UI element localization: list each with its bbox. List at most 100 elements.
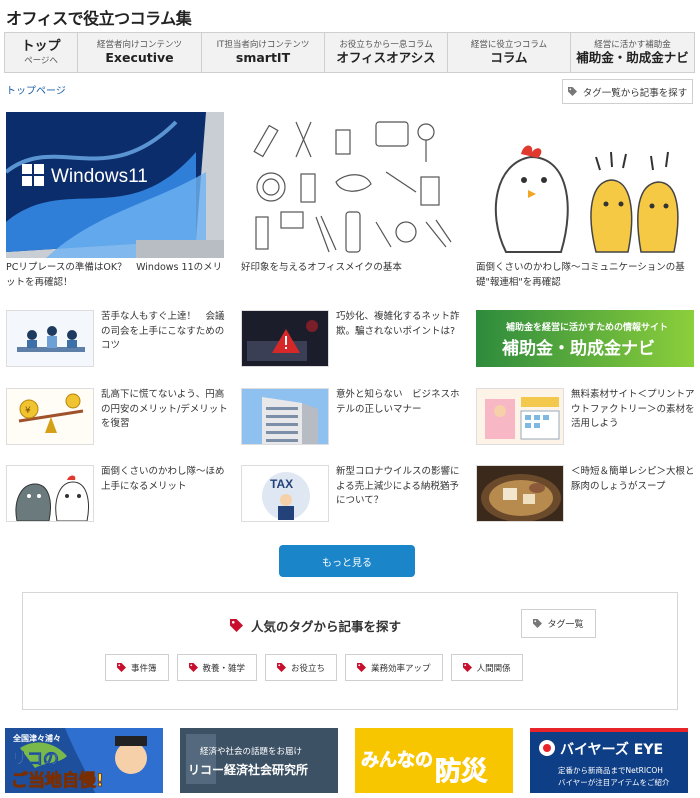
tag-chip[interactable]: 人間関係 xyxy=(450,654,523,681)
banner-buyers-eye-line2: 定番から新商品までNetRICOH xyxy=(558,765,663,775)
tag-chip[interactable]: お役立ち xyxy=(265,654,338,681)
nav-item-label: オフィスオアシス xyxy=(336,49,436,65)
banner-local-pride-line3: ご当地自慢! xyxy=(11,770,104,791)
tag-chip-label: 人間関係 xyxy=(476,663,511,674)
tag-icon xyxy=(277,663,287,672)
article-thumbnail xyxy=(241,310,329,367)
tag-chip[interactable]: 事件簿 xyxy=(105,654,169,681)
banner-ricoh-institute-line2: リコー経済社会研究所 xyxy=(188,762,308,777)
tag-chip[interactable]: 教養・雑学 xyxy=(176,654,258,681)
nav-item-label: Executive xyxy=(105,49,174,65)
featured-card-windows11[interactable]: Windows11 PCリプレースの準備はOK？ Windows 11のメリット… xyxy=(6,112,226,290)
print-materials-illustration xyxy=(477,389,563,444)
article-caption: 乱高下に慌てないよう、円高の円安のメリット/デメリットを復習 xyxy=(101,389,228,430)
banner-disaster-prevention[interactable]: みんなの 防災 xyxy=(355,728,513,793)
nav-item-executive[interactable]: 経営者向けコンテンツ Executive xyxy=(78,33,202,72)
article-caption: 巧妙化、複雑化するネット詐欺。騙されないポイントは? xyxy=(336,311,460,337)
main-nav: トップ ページへ 経営者向けコンテンツ Executive IT担当者向けコンテ… xyxy=(4,32,695,73)
nav-item-sublabel: お役立ちから一息コラム xyxy=(339,39,433,50)
article-card[interactable]: 苦手な人もすぐ上達！ 会議の司会を上手にこなすためのコツ xyxy=(6,310,231,370)
nav-item-label: smartIT xyxy=(235,49,291,65)
yen-seesaw-illustration: ¥ xyxy=(7,389,93,444)
article-caption: 面倒くさいのかわし隊～ほめ上手になるメリット xyxy=(101,466,225,492)
tax-text: TAX xyxy=(270,477,293,491)
nav-item-subsidy[interactable]: 経営に活かす補助金 補助金・助成金ナビ xyxy=(571,33,694,72)
article-card[interactable]: 意外と知らない ビジネスホテルの正しいマナー xyxy=(241,388,466,448)
tag-icon xyxy=(230,619,243,632)
tag-chip-label: 教養・雑学 xyxy=(202,663,246,674)
article-caption: ＜時短＆簡単レシピ＞大根と豚肉のしょうがスープ xyxy=(571,466,695,492)
article-card[interactable]: 巧妙化、複雑化するネット詐欺。騙されないポイントは? xyxy=(241,310,466,370)
banner-buyers-eye-graphic: バイヤーズ EYE 定番から新商品までNetRICOH バイヤーが注目アイテムを… xyxy=(530,728,688,793)
meeting-illustration xyxy=(7,311,93,366)
tag-chip-label: 業務効率アップ xyxy=(371,663,431,674)
tax-illustration: TAX xyxy=(242,466,328,521)
tag-icon xyxy=(462,663,472,672)
nav-item-sublabel: IT担当者向けコンテンツ xyxy=(216,39,310,50)
banner-local-pride-line1: 全国津々浦々 xyxy=(12,733,61,743)
banner-ricoh-institute-graphic: 経済や社会の話題をお届け リコー経済社会研究所 xyxy=(180,728,338,793)
more-button[interactable]: もっと見る xyxy=(279,545,415,577)
tag-list-button[interactable]: タグ一覧から記事を探す xyxy=(562,79,693,104)
nav-item-top[interactable]: トップ ページへ xyxy=(5,33,78,72)
svg-text:¥: ¥ xyxy=(25,406,31,416)
article-card-subsidy-banner[interactable]: 補助金を経営に活かすための情報サイト 補助金・助成金ナビ xyxy=(476,310,700,370)
article-thumbnail: ¥ xyxy=(6,388,94,445)
subsidy-banner-sub: 補助金を経営に活かすための情報サイト xyxy=(505,321,668,332)
tag-chip-label: お役立ち xyxy=(291,663,326,674)
featured-caption: 好印象を与えるオフィスメイクの基本 xyxy=(241,262,402,273)
tag-list-button-label: タグ一覧から記事を探す xyxy=(582,87,688,99)
popular-tags-title: 人気のタグから記事を探す xyxy=(251,619,402,634)
banner-ricoh-institute[interactable]: 経済や社会の話題をお届け リコー経済社会研究所 xyxy=(180,728,338,793)
nav-item-office-oasis[interactable]: お役立ちから一息コラム オフィスオアシス xyxy=(325,33,448,72)
article-caption: 意外と知らない ビジネスホテルの正しいマナー xyxy=(336,389,460,415)
featured-thumbnail: Windows11 xyxy=(6,112,224,258)
banner-ricoh-institute-line1: 経済や社会の話題をお届け xyxy=(200,746,302,757)
nav-item-smartit[interactable]: IT担当者向けコンテンツ smartIT xyxy=(202,33,325,72)
fraud-warning-image xyxy=(242,311,328,366)
featured-card-office-makeup[interactable]: 好印象を与えるオフィスメイクの基本 xyxy=(241,112,461,276)
article-thumbnail xyxy=(6,310,94,367)
site-title: オフィスで役立つコラム集 xyxy=(6,9,192,28)
breadcrumb[interactable]: トップページ xyxy=(6,82,66,97)
banner-local-pride-graphic: 全国津々浦々 リコの ご当地自慢! xyxy=(5,728,163,793)
banner-disaster-line2: 防災 xyxy=(435,757,488,787)
praise-characters-illustration xyxy=(7,466,93,521)
banner-buyers-eye-line3: バイヤーが注目アイテムをご紹介 xyxy=(558,777,670,787)
subsidy-banner-graphic: 補助金を経営に活かすための情報サイト 補助金・助成金ナビ xyxy=(476,310,694,367)
featured-thumbnail xyxy=(476,112,694,258)
windows11-image: Windows11 xyxy=(6,112,224,258)
article-card[interactable]: ¥ 乱高下に慌てないよう、円高の円安のメリット/デメリットを復習 xyxy=(6,388,231,448)
article-card[interactable]: ＜時短＆簡単レシピ＞大根と豚肉のしょうがスープ xyxy=(476,465,700,525)
article-thumbnail xyxy=(476,465,564,522)
article-card[interactable]: 無料素材サイト＜プリントアウトファクトリー＞の素材を活用しよう xyxy=(476,388,700,448)
tag-icon xyxy=(567,87,577,96)
subsidy-banner: 補助金を経営に活かすための情報サイト 補助金・助成金ナビ xyxy=(476,310,694,367)
banner-local-pride[interactable]: 全国津々浦々 リコの ご当地自慢! xyxy=(5,728,163,793)
article-card[interactable]: 面倒くさいのかわし隊～ほめ上手になるメリット xyxy=(6,465,231,525)
featured-card-hou-ren-sou[interactable]: 面倒くさいのかわし隊～コミュニケーションの基礎"報連相"を再確認 xyxy=(476,112,696,290)
article-thumbnail xyxy=(241,388,329,445)
tag-list-small-button[interactable]: タグ一覧 xyxy=(521,609,596,638)
windows11-text: Windows11 xyxy=(51,166,148,187)
popular-tags-heading: 人気のタグから記事を探す xyxy=(230,616,401,635)
popular-tags-panel: 人気のタグから記事を探す タグ一覧 事件簿 教養・雑学 お役立ち 業務効率アップ… xyxy=(22,592,678,710)
nav-item-label: コラム xyxy=(490,49,528,65)
tag-chip[interactable]: 業務効率アップ xyxy=(345,654,443,681)
featured-caption: PCリプレースの準備はOK？ Windows 11のメリットを再確認！ xyxy=(6,262,223,288)
tag-chips: 事件簿 教養・雑学 お役立ち 業務効率アップ 人間関係 xyxy=(105,654,523,681)
banner-disaster-prevention-graphic: みんなの 防災 xyxy=(355,728,513,793)
article-card[interactable]: TAX 新型コロナウイルスの影響による売上減少による納税猶予について？ xyxy=(241,465,466,525)
tag-icon xyxy=(357,663,367,672)
nav-item-sublabel: 経営に活かす補助金 xyxy=(594,39,671,50)
nav-item-column[interactable]: 経営に役立つコラム コラム xyxy=(448,33,571,72)
nav-item-label: トップ xyxy=(21,38,61,54)
tag-icon xyxy=(533,619,543,628)
tag-icon xyxy=(188,663,198,672)
nav-item-label: 補助金・助成金ナビ xyxy=(576,49,689,65)
nav-item-sublabel: 経営者向けコンテンツ xyxy=(96,39,182,50)
article-thumbnail xyxy=(6,465,94,522)
nav-item-sublabel: 経営に役立つコラム xyxy=(470,39,548,50)
banner-disaster-line1: みんなの xyxy=(361,750,433,771)
banner-buyers-eye[interactable]: バイヤーズ EYE 定番から新商品までNetRICOH バイヤーが注目アイテムを… xyxy=(530,728,688,793)
